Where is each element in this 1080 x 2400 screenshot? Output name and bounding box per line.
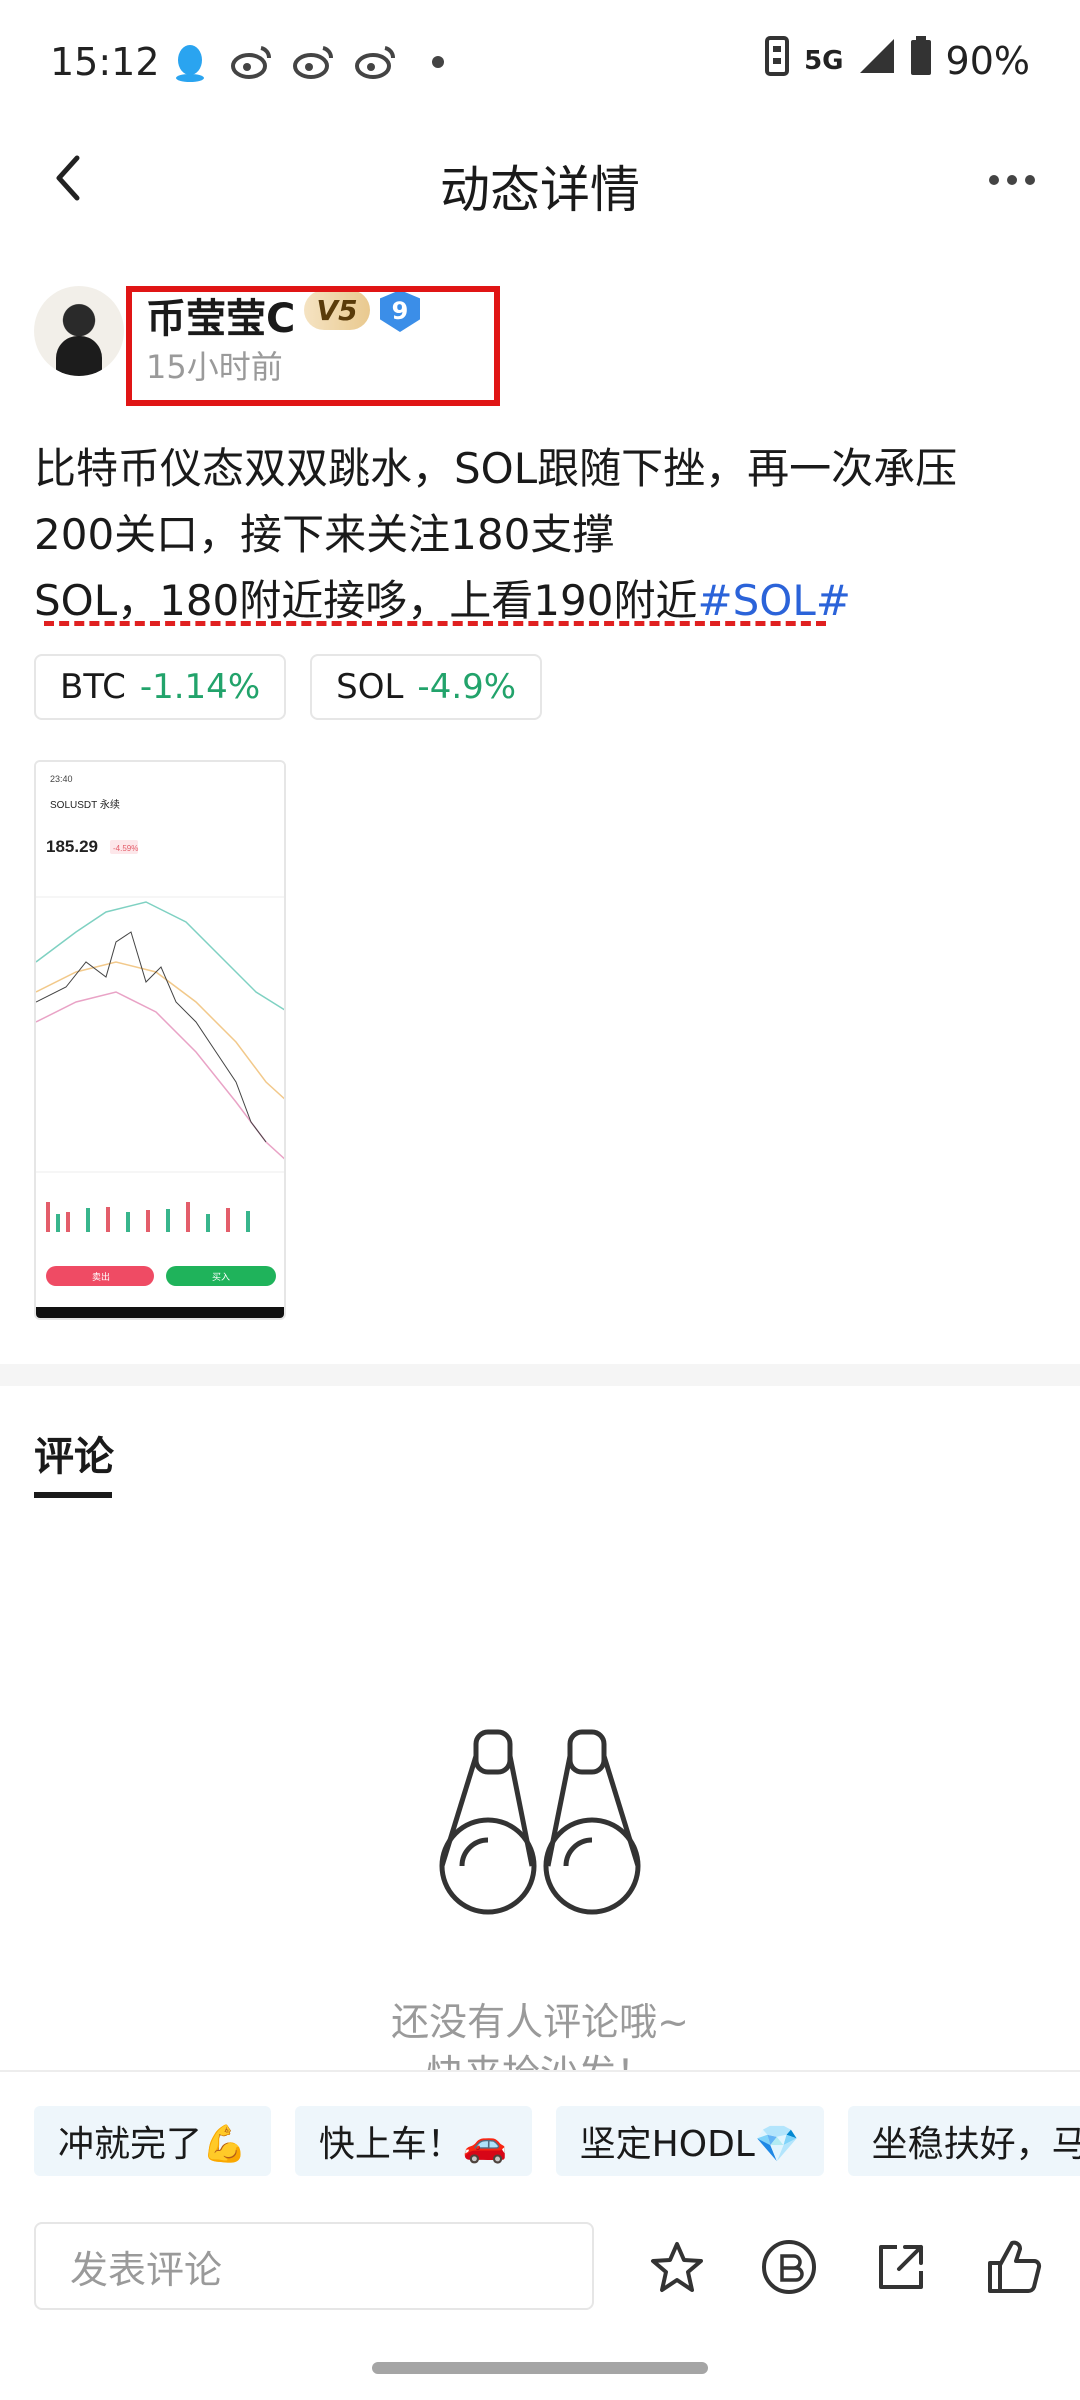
thumb-price-change: -4.59% xyxy=(113,844,138,853)
empty-comments-subtext: 快来抢沙发！ xyxy=(0,2048,1080,2070)
favorite-button[interactable] xyxy=(642,2232,712,2302)
avatar[interactable] xyxy=(34,286,124,376)
coin-tags: BTC -1.14% SOL -4.9% xyxy=(34,654,543,720)
comment-input[interactable]: 发表评论 xyxy=(34,2222,594,2310)
weibo-icon xyxy=(292,40,336,84)
status-right: 5G 90% xyxy=(764,36,1030,85)
quick-reply-chip[interactable]: 坐稳扶好，马 xyxy=(847,2106,1080,2176)
thumb-pair: SOLUSDT 永续 xyxy=(50,798,120,811)
more-dot-icon xyxy=(1007,175,1017,185)
quick-reply-chip[interactable]: 冲就完了💪 xyxy=(34,2106,271,2176)
share-icon xyxy=(879,2245,923,2289)
qq-icon xyxy=(168,40,212,84)
coin-symbol: SOL xyxy=(336,667,404,707)
coin-icon xyxy=(762,2240,816,2294)
thumb-time: 23:40 xyxy=(50,774,73,784)
status-time: 15:12 xyxy=(50,40,160,84)
post-text-line: 200关口，接下来关注180支撑 xyxy=(34,510,615,559)
tip-button[interactable] xyxy=(754,2232,824,2302)
tab-indicator xyxy=(34,1492,112,1498)
thumbs-up-icon xyxy=(988,2240,1042,2293)
coin-tag-sol[interactable]: SOL -4.9% xyxy=(310,654,543,720)
battery-icon xyxy=(910,36,932,85)
thumb-sell: 卖出 xyxy=(92,1271,110,1283)
nav-bar: 动态详情 xyxy=(0,128,1080,228)
page-title: 动态详情 xyxy=(440,161,640,219)
notification-icons xyxy=(168,40,460,84)
quick-reply-chip[interactable]: 坚定HODL💎 xyxy=(555,2106,824,2176)
annotation-highlight-box xyxy=(126,286,500,406)
binoculars-icon xyxy=(436,1726,644,1916)
post-image[interactable]: 23:40 SOLUSDT 永续 185.29 -4.59% 卖出 买入 xyxy=(34,760,286,1320)
weibo-icon xyxy=(354,40,398,84)
weibo-icon xyxy=(230,40,274,84)
quick-replies: 冲就完了💪 快上车！🚗 坚定HODL💎 坐稳扶好，马 xyxy=(34,2106,1080,2176)
quick-replies-bar: 冲就完了💪 快上车！🚗 坚定HODL💎 坐稳扶好，马 xyxy=(0,2070,1080,2192)
more-dot-icon xyxy=(1025,175,1035,185)
coin-tag-btc[interactable]: BTC -1.14% xyxy=(34,654,287,720)
post-content: 比特币仪态双双跳水，SOL跟随下挫，再一次承压 200关口，接下来关注180支撑… xyxy=(34,436,1044,634)
more-dot-icon xyxy=(989,175,999,185)
battery-level: 90% xyxy=(945,38,1030,83)
empty-comments-text: 还没有人评论哦~ xyxy=(391,2000,689,2044)
comment-bar: 发表评论 xyxy=(0,2192,1080,2342)
tab-comments[interactable]: 评论 xyxy=(34,1424,114,1482)
chart-screenshot: 23:40 SOLUSDT 永续 185.29 -4.59% 卖出 买入 xyxy=(36,762,284,1318)
share-button[interactable] xyxy=(866,2232,936,2302)
home-indicator[interactable] xyxy=(372,2362,708,2374)
network-label: 5G xyxy=(804,45,844,76)
thumb-buy: 买入 xyxy=(212,1272,230,1283)
status-bar: 15:12 5G 90% xyxy=(0,0,1080,128)
more-options-button[interactable] xyxy=(980,152,1044,208)
signal-icon xyxy=(858,37,896,84)
coin-symbol: BTC xyxy=(60,667,126,707)
thumb-price: 185.29 xyxy=(46,837,98,856)
star-icon xyxy=(651,2242,703,2292)
quick-reply-chip[interactable]: 快上车！🚗 xyxy=(294,2106,532,2176)
coin-change: -1.14% xyxy=(139,667,261,707)
like-button[interactable] xyxy=(978,2232,1048,2302)
coin-change: -4.9% xyxy=(417,667,517,707)
dot-icon xyxy=(416,40,460,84)
section-divider xyxy=(0,1364,1080,1386)
spellcheck-underline xyxy=(44,618,826,626)
vibrate-icon xyxy=(764,36,790,85)
post-text-line: 比特币仪态双双跳水，SOL跟随下挫，再一次承压 xyxy=(34,444,958,493)
